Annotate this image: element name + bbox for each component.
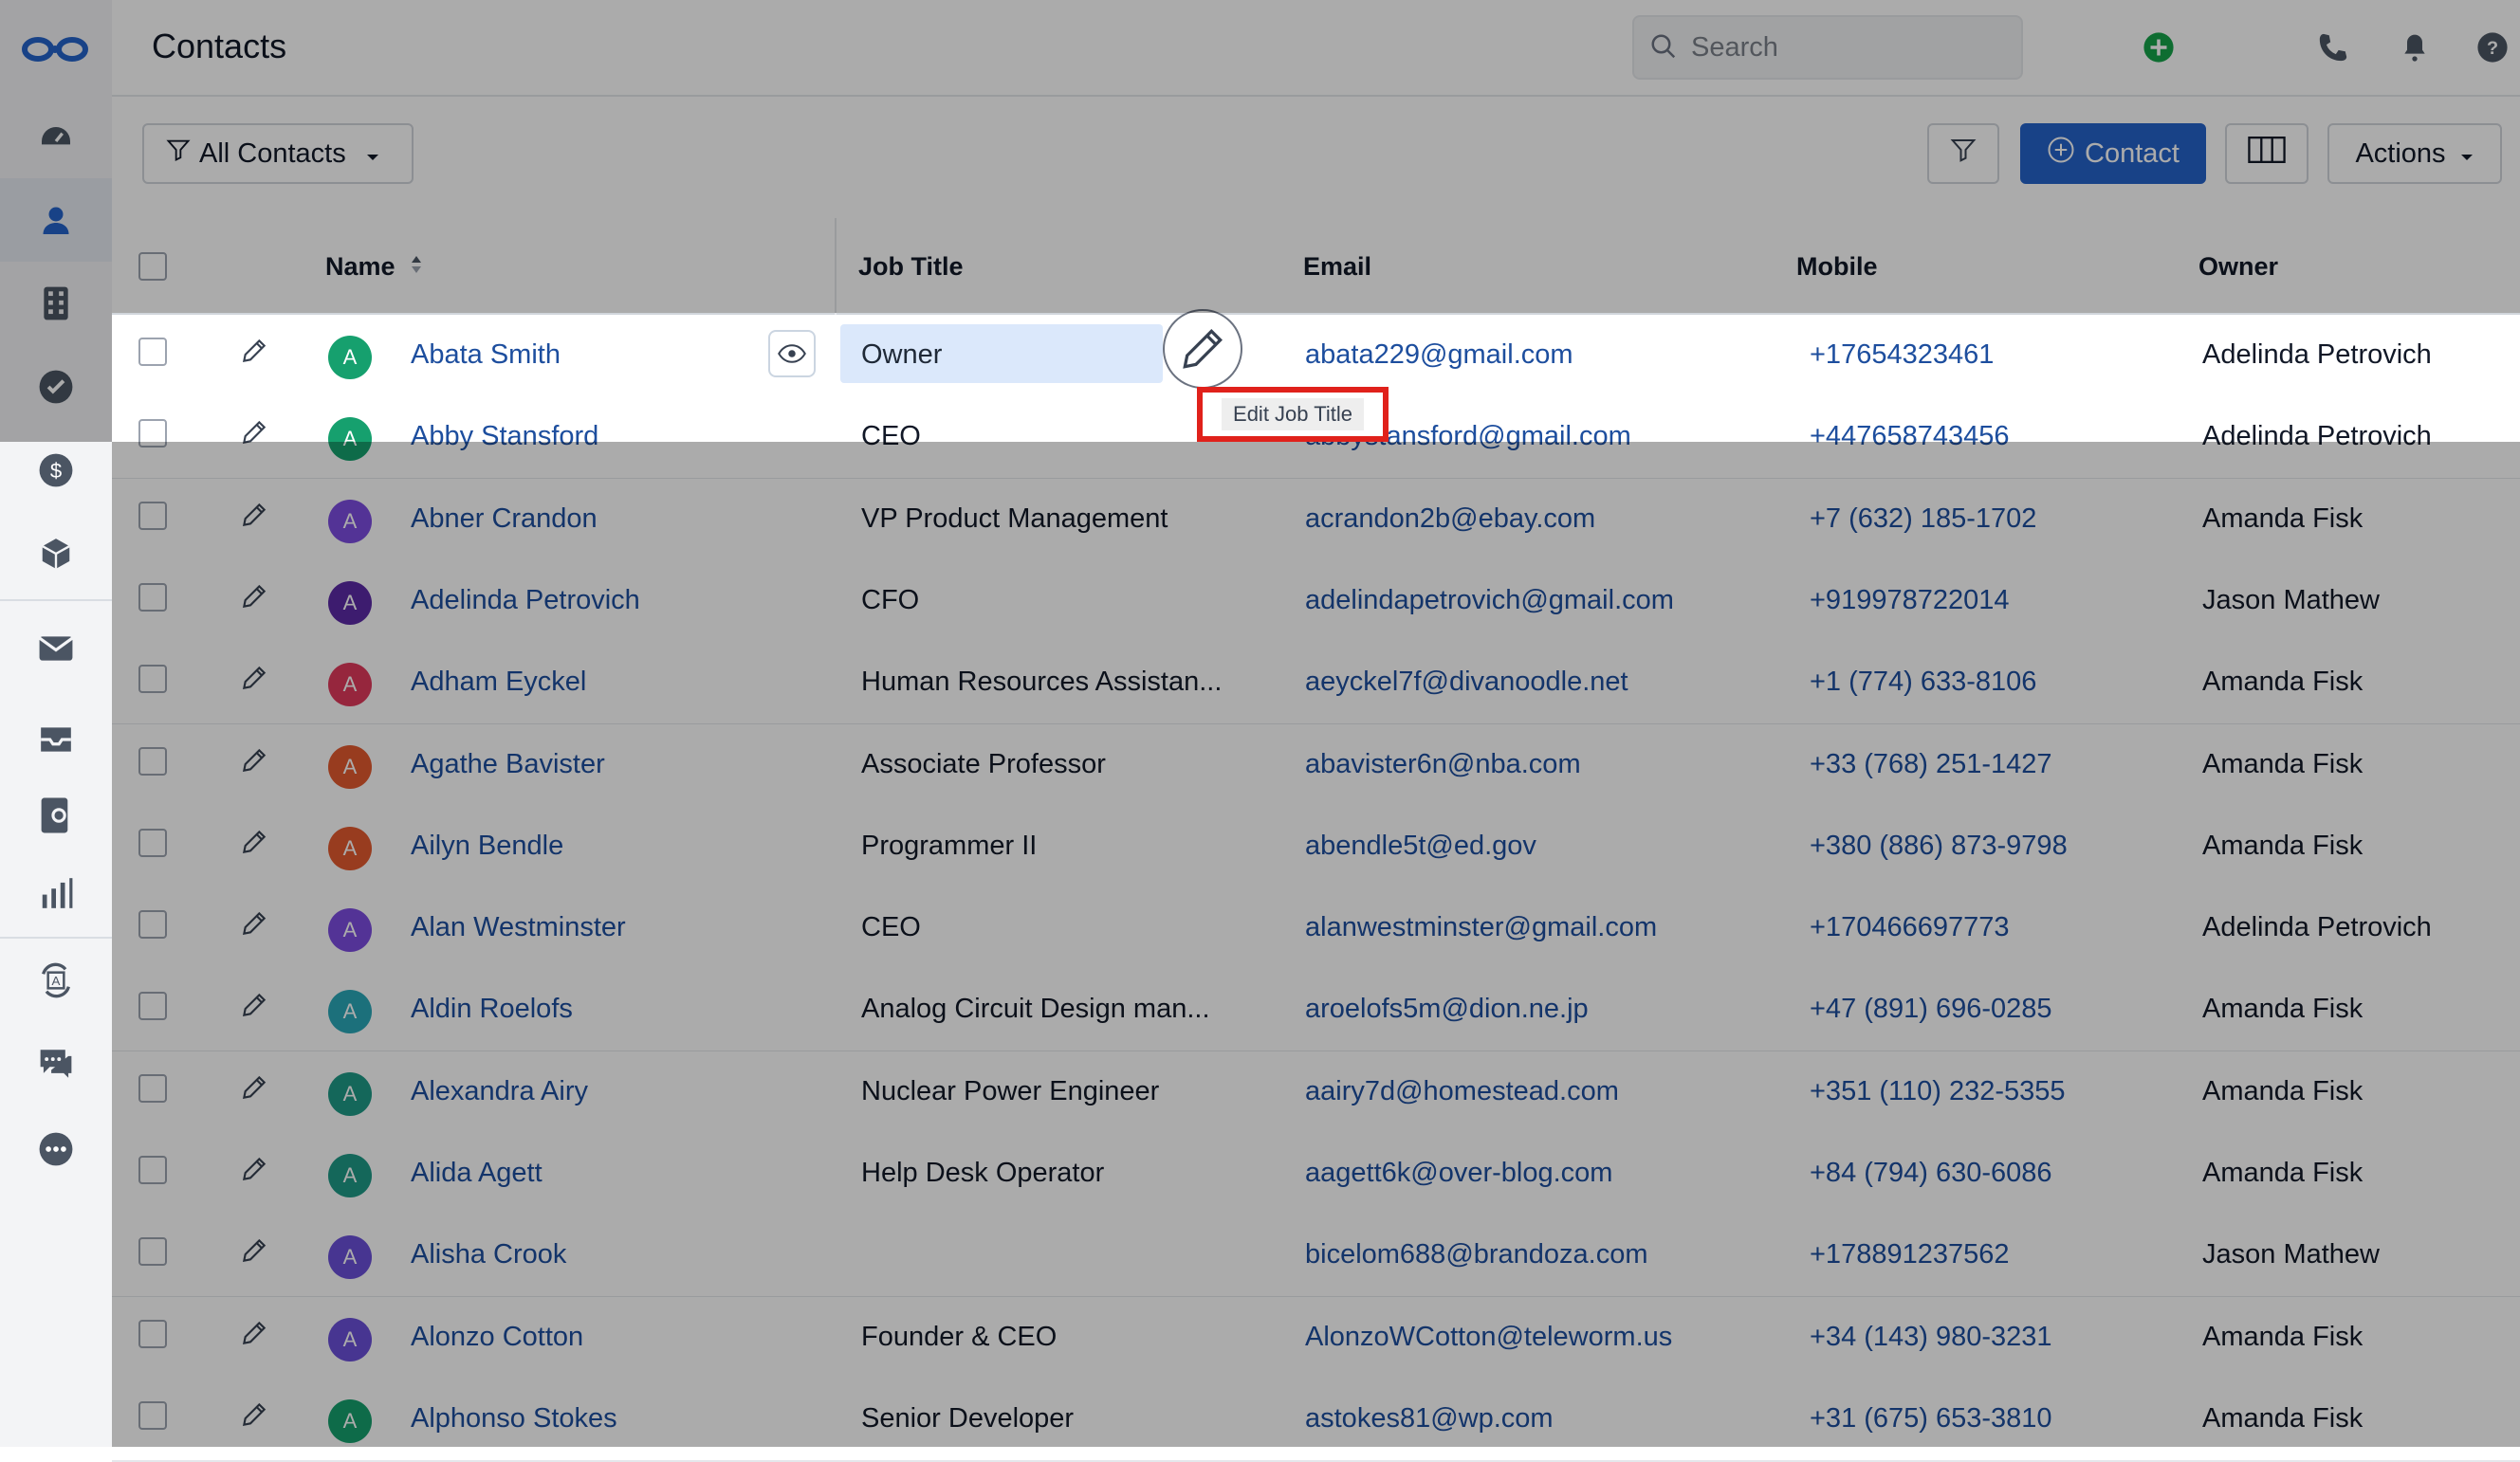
svg-text:A: A [52, 974, 61, 988]
tooltip-text: Edit Job Title [1222, 398, 1364, 430]
svg-text:$: $ [50, 459, 62, 483]
sidebar-divider [0, 599, 112, 601]
dim-overlay [0, 0, 2520, 313]
owner-cell: Adelinda Petrovich [2202, 339, 2432, 370]
more-icon[interactable] [0, 1107, 112, 1191]
reports-icon[interactable] [0, 851, 112, 935]
edit-job-title-tooltip: Edit Job Title [1197, 387, 1389, 442]
contact-name-link[interactable]: Abata Smith [411, 339, 561, 371]
edit-pencil-icon[interactable] [239, 336, 269, 366]
contact-avatar: A [328, 336, 372, 379]
job-title-inline-edit[interactable]: Owner [840, 324, 1163, 383]
inbox-icon[interactable] [0, 698, 112, 781]
dim-overlay [0, 313, 112, 442]
preview-eye-icon[interactable] [768, 330, 816, 377]
row-checkbox[interactable] [138, 338, 167, 366]
mail-icon[interactable] [0, 607, 112, 690]
notes-icon[interactable] [0, 774, 112, 857]
table-row[interactable]: A Abata Smith Owner abata229@gmail.com +1765… [112, 309, 2520, 398]
automation-icon[interactable]: A [0, 939, 112, 1022]
email-link[interactable]: abata229@gmail.com [1305, 339, 1573, 371]
products-icon[interactable] [0, 512, 112, 595]
job-title-cell: Owner [861, 339, 943, 370]
dim-overlay [112, 442, 2520, 1447]
mobile-link[interactable]: +17654323461 [1810, 339, 1994, 371]
chat-icon[interactable] [0, 1022, 112, 1106]
edit-job-title-pencil-icon[interactable] [1163, 309, 1242, 389]
